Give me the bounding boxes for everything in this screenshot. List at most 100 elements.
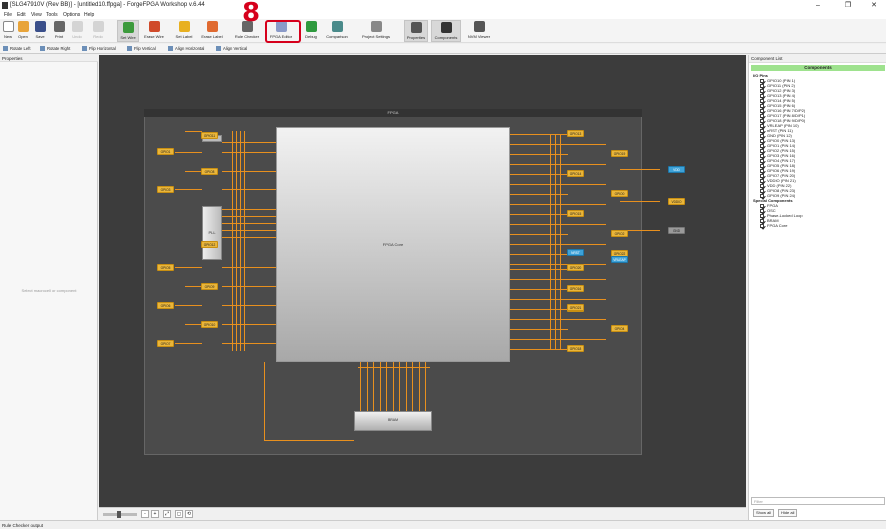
zoom-slider-thumb[interactable] — [117, 511, 121, 518]
flip-horizontal-label: Flip Horizontal — [89, 46, 116, 51]
flip-vertical-label: Flip Vertical — [134, 46, 156, 51]
save-button[interactable]: Save — [33, 20, 47, 42]
menu-options[interactable]: Options — [63, 12, 80, 18]
components-tab[interactable]: Components — [751, 65, 885, 71]
vdd-pin[interactable]: VDD — [668, 166, 685, 173]
menu-file[interactable]: File — [4, 12, 12, 18]
menu-tools[interactable]: Tools — [46, 12, 58, 18]
wire — [510, 279, 606, 280]
left-gpio-pin[interactable]: GPIO12 — [201, 241, 218, 248]
pll-label: PLL — [208, 230, 216, 235]
left-gpio-pin[interactable]: GPIO7 — [157, 340, 174, 347]
flip-vertical-button[interactable]: Flip Vertical — [127, 46, 156, 52]
rotate-right-icon — [40, 46, 45, 52]
align-horizontal-button[interactable]: Align Horizontal — [168, 46, 204, 52]
set-label-button[interactable]: Set Label — [172, 20, 196, 42]
zoom-out-button[interactable]: - — [141, 510, 149, 518]
flip-horizontal-button[interactable]: Flip Horizontal — [82, 46, 116, 52]
wire — [425, 362, 426, 411]
right-gpio-pin[interactable]: GPIO16 — [567, 285, 584, 292]
left-gpio-pin[interactable]: GPIO11 — [201, 132, 218, 139]
right-gpio-pin[interactable]: GPIO2 — [611, 230, 628, 237]
wire — [222, 324, 276, 325]
menu-edit[interactable]: Edit — [17, 12, 26, 18]
right-gpio-pin[interactable]: GPIO15 — [567, 210, 584, 217]
checkbox[interactable] — [760, 224, 764, 228]
left-gpio-pin[interactable]: GPIO8 — [201, 168, 218, 175]
left-gpio-pin[interactable]: GPIO3 — [157, 186, 174, 193]
select-region-button[interactable]: ◻ — [175, 510, 183, 518]
zoom-in-button[interactable]: + — [151, 510, 159, 518]
wire — [620, 201, 660, 202]
gnd-pin[interactable]: GND — [668, 227, 685, 234]
checkbox[interactable] — [760, 194, 764, 198]
left-gpio-pin[interactable]: GPIO1 — [157, 148, 174, 155]
left-gpio-pin[interactable]: GPIO5 — [157, 264, 174, 271]
right-gpio-pin[interactable]: GPIO21 — [567, 304, 584, 311]
open-button[interactable]: Open — [16, 20, 30, 42]
right-gpio-pin[interactable]: GPIO0 — [611, 190, 628, 197]
properties-button[interactable]: Properties — [404, 20, 428, 42]
undo-button[interactable]: Undo — [70, 20, 84, 42]
erase-label-button[interactable]: Erase Label — [198, 20, 226, 42]
wire — [222, 286, 276, 287]
wire — [232, 131, 233, 351]
right-gpio-pin[interactable]: GPIO4 — [611, 325, 628, 332]
right-gpio-pin[interactable]: GPIO14 — [567, 170, 584, 177]
new-button[interactable]: New — [2, 20, 14, 42]
close-button[interactable]: ✕ — [862, 1, 886, 10]
component-tree-item[interactable]: GPIO9 (PIN 24) — [753, 193, 805, 198]
wire — [185, 131, 202, 132]
rotate-left-label: Rotate Left — [10, 46, 31, 51]
set-wire-button[interactable]: Set Wire — [117, 20, 139, 42]
wire — [175, 305, 202, 306]
filter-input[interactable]: Filter — [751, 497, 885, 505]
label-icon — [178, 21, 190, 32]
comparison-button[interactable]: Comparison — [322, 20, 352, 42]
nvm-viewer-button[interactable]: NVM Viewer — [465, 20, 493, 42]
minimize-button[interactable]: – — [806, 1, 830, 10]
redo-button[interactable]: Redo — [91, 20, 105, 42]
wire — [510, 244, 606, 245]
align-vertical-button[interactable]: Align Vertical — [216, 46, 247, 52]
hide-all-button[interactable]: Hide all — [778, 509, 798, 517]
right-gpio-pin[interactable]: GPIO18 — [567, 345, 584, 352]
wire — [418, 362, 420, 411]
right-gpio-pin[interactable]: GPIO19 — [611, 150, 628, 157]
wire — [510, 299, 606, 300]
print-button[interactable]: Print — [52, 20, 66, 42]
wire — [175, 343, 202, 344]
wire — [620, 169, 660, 170]
menu-help[interactable]: Help — [84, 12, 94, 18]
left-gpio-pin[interactable]: GPIO9 — [201, 283, 218, 290]
component-list-panel: Component List Components I/O Pins GPIO10… — [748, 55, 886, 520]
project-settings-button[interactable]: Project Settings — [357, 20, 395, 42]
toolbar-label: Properties — [406, 35, 426, 40]
wire — [236, 131, 237, 351]
reset-view-button[interactable]: ⟲ — [185, 510, 193, 518]
fit-view-button[interactable]: ⤢ — [163, 510, 171, 518]
wire — [222, 142, 276, 143]
component-tree-item[interactable]: FPGA Core — [753, 223, 805, 228]
right-gpio-pin[interactable]: GPIO13 — [567, 130, 584, 137]
right-gpio-pin[interactable]: GPIO20 — [567, 264, 584, 271]
toolbar-label: New — [3, 34, 12, 39]
nrst-pin[interactable]: NRST — [567, 249, 584, 256]
wire — [510, 164, 606, 165]
new-file-icon — [2, 21, 14, 32]
left-gpio-pin[interactable]: GPIO6 — [157, 302, 174, 309]
toolbar-label: Debug — [305, 34, 317, 39]
left-gpio-pin[interactable]: GPIO10 — [201, 321, 218, 328]
show-all-button[interactable]: Show all — [753, 509, 775, 517]
erase-wire-icon — [148, 21, 160, 32]
rotate-left-button[interactable]: Rotate Left — [3, 46, 31, 52]
erase-wire-button[interactable]: Erase Wire — [142, 20, 166, 42]
maximize-button[interactable]: ❐ — [836, 1, 860, 10]
debug-button[interactable]: Debug — [303, 20, 319, 42]
components-button[interactable]: Components — [431, 20, 461, 42]
rotate-right-button[interactable]: Rotate Right — [40, 46, 70, 52]
vddio-pin[interactable]: VDDIO — [668, 198, 685, 205]
wire — [358, 367, 430, 368]
vrleap-pin[interactable]: VRLEAP — [611, 256, 628, 263]
menu-view[interactable]: View — [31, 12, 42, 18]
